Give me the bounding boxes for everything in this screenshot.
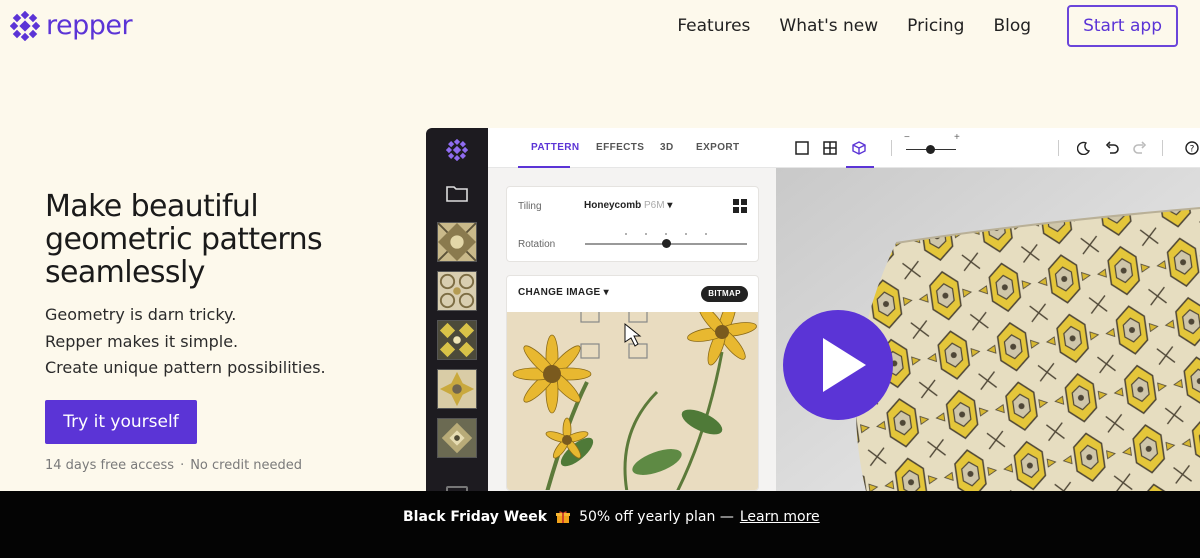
change-image-label: CHANGE IMAGE: [518, 287, 601, 298]
top-nav: repper Features What's new Pricing Blog …: [0, 0, 1200, 52]
rotation-slider-knob[interactable]: [662, 239, 671, 248]
toolbar-divider: [1058, 140, 1059, 156]
hero-title: Make beautiful geometric patterns seamle…: [45, 189, 323, 290]
start-app-button[interactable]: Start app: [1067, 5, 1178, 47]
view-toolbar: − + ?: [776, 128, 1200, 168]
zoom-slider-knob[interactable]: [926, 145, 935, 154]
pattern-thumbnail[interactable]: [437, 320, 477, 360]
hero-description: Geometry is darn tricky. Repper makes it…: [45, 302, 326, 382]
nav-links: Features What's new Pricing Blog Start a…: [677, 5, 1178, 47]
promo-title: Black Friday Week: [403, 509, 548, 525]
cube-3d-icon[interactable]: [852, 141, 866, 155]
promo-offer: 50% off yearly plan —: [579, 509, 734, 525]
hero-line: Repper makes it simple.: [45, 331, 239, 351]
single-tile-icon[interactable]: [795, 141, 809, 155]
play-icon: [823, 338, 866, 392]
rotation-tick: [665, 233, 667, 235]
tiling-value: Honeycomb: [584, 200, 642, 211]
hero-line: Geometry is darn tricky.: [45, 305, 237, 324]
try-it-yourself-button[interactable]: Try it yourself: [45, 400, 197, 444]
source-image[interactable]: [507, 312, 759, 491]
brand-name: repper: [46, 10, 133, 41]
grid-tile-icon[interactable]: [823, 141, 837, 155]
grid-view-icon[interactable]: [733, 199, 747, 213]
panel-tabs: PATTERN EFFECTS 3D EXPORT: [488, 128, 776, 168]
learn-more-link[interactable]: Learn more: [740, 509, 820, 525]
chevron-down-icon: ▾: [603, 287, 609, 298]
pattern-thumbnail[interactable]: [437, 369, 477, 409]
nav-link-features[interactable]: Features: [677, 16, 750, 36]
folder-icon[interactable]: [446, 185, 468, 202]
dark-mode-icon[interactable]: [1077, 141, 1091, 155]
rotation-label: Rotation: [518, 239, 556, 250]
settings-panel: PATTERN EFFECTS 3D EXPORT Tiling Honeyco…: [488, 128, 776, 491]
tiling-group: P6M: [644, 200, 665, 211]
tiling-select[interactable]: Honeycomb P6M ▾: [584, 200, 672, 211]
hero-line: Create unique pattern possibilities.: [45, 358, 326, 377]
rotation-tick: [705, 233, 707, 235]
toolbar-divider: [891, 140, 892, 156]
rotation-tick: [685, 233, 687, 235]
free-access-note: 14 days free access: [45, 458, 175, 473]
image-card: CHANGE IMAGE ▾ BITMAP: [506, 275, 759, 491]
zoom-out-icon[interactable]: −: [904, 132, 910, 143]
zoom-in-icon[interactable]: +: [954, 132, 960, 143]
redo-icon[interactable]: [1133, 141, 1147, 155]
promo-banner: Black Friday Week 50% off yearly plan — …: [0, 491, 1200, 558]
app-sidebar: [426, 128, 488, 491]
no-credit-note: No credit needed: [190, 458, 303, 473]
rotation-tick: [625, 233, 627, 235]
active-tab-indicator: [518, 166, 570, 168]
tab-3d[interactable]: 3D: [660, 142, 674, 153]
nav-link-whats-new[interactable]: What's new: [779, 16, 878, 36]
pattern-thumbnail[interactable]: [437, 222, 477, 262]
hero-note: 14 days free access · No credit needed: [45, 458, 302, 473]
tiling-card: Tiling Honeycomb P6M ▾ Rotation: [506, 186, 759, 262]
play-video-button[interactable]: [783, 310, 893, 420]
svg-text:?: ?: [1190, 145, 1195, 155]
bitmap-badge: BITMAP: [701, 286, 748, 302]
pattern-thumbnail[interactable]: [437, 418, 477, 458]
nav-link-pricing[interactable]: Pricing: [907, 16, 964, 36]
change-image-button[interactable]: CHANGE IMAGE ▾: [518, 287, 609, 298]
rotation-tick: [645, 233, 647, 235]
chevron-down-icon: ▾: [667, 200, 673, 211]
gift-icon: [556, 511, 571, 523]
tiling-label: Tiling: [518, 201, 542, 212]
undo-icon[interactable]: [1105, 141, 1119, 155]
app-preview: PATTERN EFFECTS 3D EXPORT Tiling Honeyco…: [426, 128, 1200, 491]
tab-pattern[interactable]: PATTERN: [531, 142, 580, 153]
brand-logo[interactable]: repper: [10, 10, 133, 41]
pattern-thumbnail[interactable]: [437, 271, 477, 311]
repper-logo-icon: [10, 10, 40, 41]
note-separator: ·: [180, 458, 185, 473]
toolbar-divider: [1162, 140, 1163, 156]
promo-content: Black Friday Week 50% off yearly plan — …: [403, 509, 820, 525]
help-icon[interactable]: ?: [1185, 141, 1199, 155]
repper-logo-icon: [446, 139, 468, 161]
tab-effects[interactable]: EFFECTS: [596, 142, 644, 153]
nav-link-blog[interactable]: Blog: [993, 16, 1031, 36]
tab-export[interactable]: EXPORT: [696, 142, 740, 153]
